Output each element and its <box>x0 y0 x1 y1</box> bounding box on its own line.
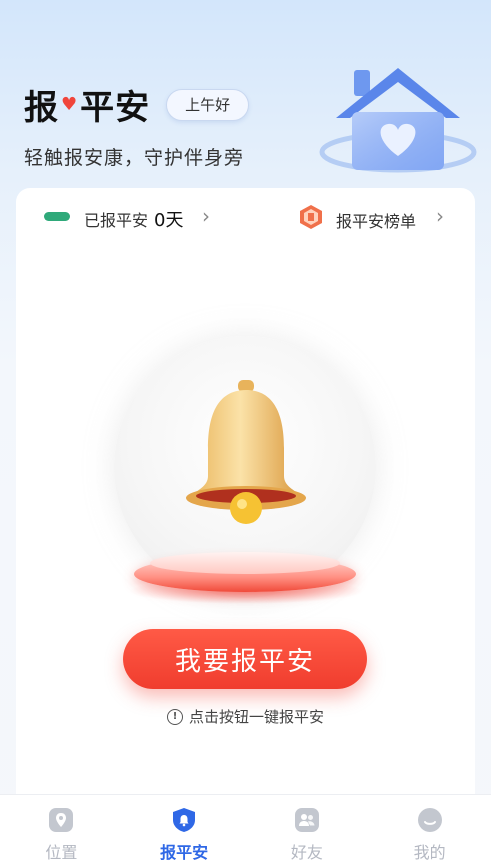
profile-icon <box>417 808 442 832</box>
tab-label: 报平安 <box>160 843 209 862</box>
reported-days-value: 0天 <box>154 210 184 231</box>
streak-indicator <box>44 212 70 221</box>
tab-label: 位置 <box>45 843 78 862</box>
header: 报 ♥ 平安 上午好 轻触报安康，守护伴身旁 <box>24 80 250 170</box>
tab-bar: 位置 报平安 好友 我的 <box>0 794 491 868</box>
friends-icon <box>294 808 319 832</box>
title-part-1: 报 <box>24 88 59 128</box>
tab-profile[interactable]: 我的 <box>368 795 491 868</box>
hint-label: 点击按钮一键报平安 <box>188 708 324 726</box>
pedestal-top <box>150 552 340 574</box>
stats-row: 已报平安 0天 › 报平安榜单 › <box>16 188 475 246</box>
ranking-icon[interactable] <box>299 204 323 230</box>
greeting-badge: 上午好 <box>166 88 250 121</box>
location-pin-icon <box>49 808 74 832</box>
tab-label: 我的 <box>413 843 446 862</box>
report-safe-button[interactable]: 我要报平安 <box>123 629 367 689</box>
page-title: 报 ♥ 平安 <box>24 80 150 129</box>
heart-icon: ♥ <box>61 94 79 115</box>
reported-label: 已报平安 <box>84 211 149 230</box>
shield-bell-icon <box>173 808 196 832</box>
reported-days[interactable]: 已报平安 0天 <box>84 206 183 232</box>
info-icon: ! <box>166 708 183 725</box>
tab-friends[interactable]: 好友 <box>246 795 369 868</box>
ranking-label[interactable]: 报平安榜单 <box>336 208 416 232</box>
chevron-right-icon[interactable]: › <box>202 204 210 228</box>
title-part-2: 平安 <box>80 88 151 128</box>
tab-location[interactable]: 位置 <box>0 795 123 868</box>
chevron-right-icon[interactable]: › <box>436 204 444 228</box>
subtitle: 轻触报安康，守护伴身旁 <box>24 147 245 169</box>
bell-icon <box>186 380 306 524</box>
hint-text: ! 点击按钮一键报平安 <box>16 706 475 727</box>
house-illustration <box>319 68 477 173</box>
main-card: 已报平安 0天 › 报平安榜单 › 我要报平安 ! 点击按钮一键报平安 <box>16 188 475 808</box>
bell-illustration <box>16 328 475 608</box>
tab-report-safe[interactable]: 报平安 <box>123 795 246 868</box>
tab-label: 好友 <box>290 843 323 862</box>
